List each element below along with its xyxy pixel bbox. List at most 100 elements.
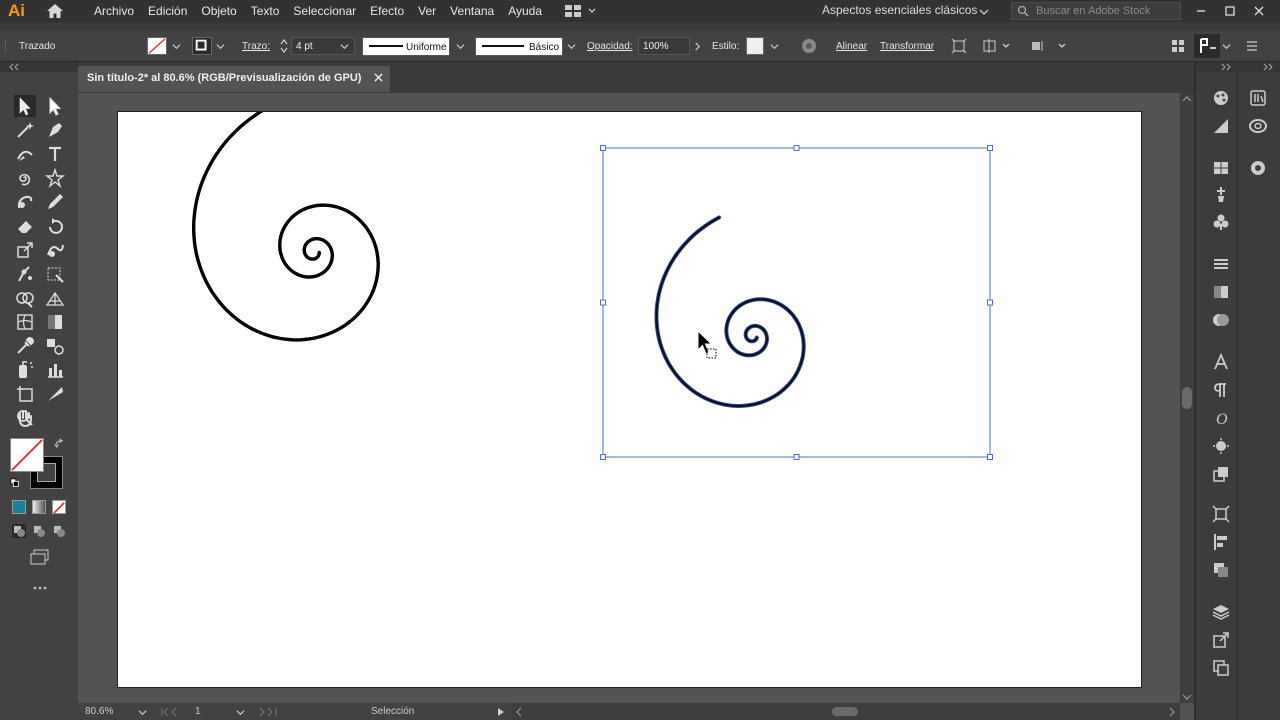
rotate-tool-icon[interactable] (44, 215, 66, 237)
profile-dropdown[interactable]: Uniforme (362, 37, 450, 56)
scale-tool-icon[interactable] (14, 239, 36, 261)
artboard-tool-icon[interactable] (14, 383, 36, 405)
transform-panel-icon[interactable] (1211, 504, 1231, 524)
slice-tool-icon[interactable] (44, 383, 66, 405)
chevron-right-icon[interactable] (693, 42, 702, 51)
document-tab[interactable]: Sin título-2* al 80.6% (RGB/Previsualiza… (78, 66, 390, 92)
gradient-panel-icon[interactable] (1211, 282, 1231, 302)
bounding-box-handle[interactable] (600, 145, 606, 151)
chevron-down-icon[interactable] (567, 42, 576, 51)
menu-objeto[interactable]: Objeto (201, 4, 236, 18)
collapse-icon[interactable] (8, 63, 20, 71)
arrange-documents-icon[interactable] (564, 4, 598, 18)
shaper-tool-icon[interactable] (14, 191, 36, 213)
pen-tool-icon[interactable] (44, 119, 66, 141)
symbol-sprayer-tool-icon[interactable] (14, 359, 36, 381)
align-panel-icon[interactable] (1211, 532, 1231, 552)
bounding-box-handle[interactable] (987, 454, 993, 460)
pencil-tool-icon[interactable] (44, 191, 66, 213)
fill-dropdown-icon[interactable] (172, 42, 181, 51)
spiral-tool-icon[interactable] (14, 167, 36, 189)
scroll-down-icon[interactable] (1182, 693, 1192, 701)
spiral-right[interactable] (655, 216, 805, 408)
graphic-styles-panel-icon[interactable] (1211, 464, 1231, 484)
first-artboard-icon[interactable] (160, 707, 186, 717)
color-guide-icon[interactable] (1211, 116, 1231, 136)
bounding-box-handle[interactable] (987, 145, 993, 151)
stroke-dropdown-icon[interactable] (216, 42, 225, 51)
shape-builder-tool-icon[interactable] (14, 287, 36, 309)
fill-color-swatch[interactable] (10, 438, 44, 472)
swap-colors-icon[interactable] (54, 438, 65, 449)
opacity-field[interactable]: 100% (638, 37, 690, 55)
artboard-number-field[interactable]: 1 (192, 704, 248, 719)
artwork[interactable] (118, 88, 1143, 689)
vertical-scrollbar[interactable] (1180, 93, 1194, 703)
asset-export-panel-icon[interactable] (1211, 630, 1231, 650)
curvature-tool-icon[interactable] (14, 143, 36, 165)
scroll-left-icon[interactable] (515, 707, 523, 717)
expand-icon[interactable] (1262, 63, 1274, 71)
menu-seleccionar[interactable]: Seleccionar (293, 4, 356, 18)
column-graph-tool-icon[interactable] (44, 359, 66, 381)
symbols-panel-icon[interactable] (1211, 212, 1231, 232)
eraser-tool-icon[interactable] (14, 215, 36, 237)
paragraph-panel-icon[interactable] (1211, 380, 1231, 400)
horizontal-scrollbar[interactable] (512, 703, 1180, 720)
fill-swatch[interactable] (147, 37, 167, 55)
chevron-down-icon[interactable] (456, 42, 465, 51)
opentype-panel-icon[interactable]: O (1211, 408, 1231, 428)
free-transform-tool-icon[interactable] (44, 263, 66, 285)
menu-ventana[interactable]: Ventana (450, 4, 494, 18)
stroke-panel-icon[interactable] (1211, 254, 1231, 274)
transform-link[interactable]: Transformar (880, 41, 934, 52)
status-menu-arrow-icon[interactable] (497, 707, 505, 717)
layers-panel-icon[interactable] (1211, 602, 1231, 622)
magic-wand-tool-icon[interactable] (14, 119, 36, 141)
close-window-button[interactable] (1252, 4, 1266, 18)
warp-tool-icon[interactable] (44, 239, 66, 261)
cc-sync-icon[interactable] (1248, 158, 1268, 178)
color-mode-icon[interactable] (12, 500, 26, 514)
stroke-swatch[interactable] (192, 37, 212, 55)
home-icon[interactable] (46, 3, 64, 19)
zoom-field[interactable]: 80.6% (82, 704, 148, 719)
distribute-options-icon[interactable] (1030, 38, 1070, 54)
selection-tool-icon[interactable] (14, 95, 36, 117)
properties-toggle-icon[interactable] (1194, 34, 1220, 58)
expand-icon[interactable] (1220, 63, 1232, 71)
control-menu-icon[interactable] (1245, 39, 1259, 53)
maximize-button[interactable] (1223, 4, 1237, 18)
menu-archivo[interactable]: Archivo (94, 4, 134, 18)
gradient-mode-icon[interactable] (32, 500, 46, 514)
eyedropper-tool-icon[interactable] (14, 335, 36, 357)
close-tab-icon[interactable] (374, 73, 383, 82)
stock-search-input[interactable]: Buscar en Adobe Stock (1011, 2, 1181, 20)
bounding-box-handle[interactable] (793, 454, 800, 460)
draw-inside-icon[interactable] (52, 524, 66, 538)
fill-stroke-widget[interactable] (10, 438, 66, 492)
draw-normal-icon[interactable] (12, 524, 26, 538)
swatches-panel-icon[interactable] (1211, 158, 1231, 178)
character-panel-icon[interactable] (1211, 352, 1231, 372)
type-tool-icon[interactable] (44, 143, 66, 165)
artboard[interactable] (117, 88, 1143, 689)
appearance-panel-icon[interactable] (1211, 436, 1231, 456)
gradient-tool-icon[interactable] (44, 311, 66, 333)
brush-dropdown[interactable]: Básico (475, 37, 563, 56)
zoom-tool-icon[interactable] (14, 407, 36, 429)
star-tool-icon[interactable] (44, 167, 66, 189)
bounding-box-handle[interactable] (793, 145, 800, 151)
draw-behind-icon[interactable] (32, 524, 46, 538)
style-swatch[interactable] (746, 37, 764, 55)
puppet-warp-tool-icon[interactable] (14, 263, 36, 285)
libraries-panel-icon[interactable] (1248, 88, 1268, 108)
align-link[interactable]: Alinear (836, 41, 867, 52)
minimize-button[interactable] (1194, 4, 1208, 18)
recolor-artwork-icon[interactable] (800, 37, 818, 55)
scroll-up-icon[interactable] (1182, 95, 1192, 103)
menu-texto[interactable]: Texto (251, 4, 280, 18)
stroke-stepper-icon[interactable] (280, 38, 288, 54)
transparency-panel-icon[interactable] (1211, 310, 1231, 330)
stroke-weight-field[interactable]: 4 pt (291, 37, 355, 55)
